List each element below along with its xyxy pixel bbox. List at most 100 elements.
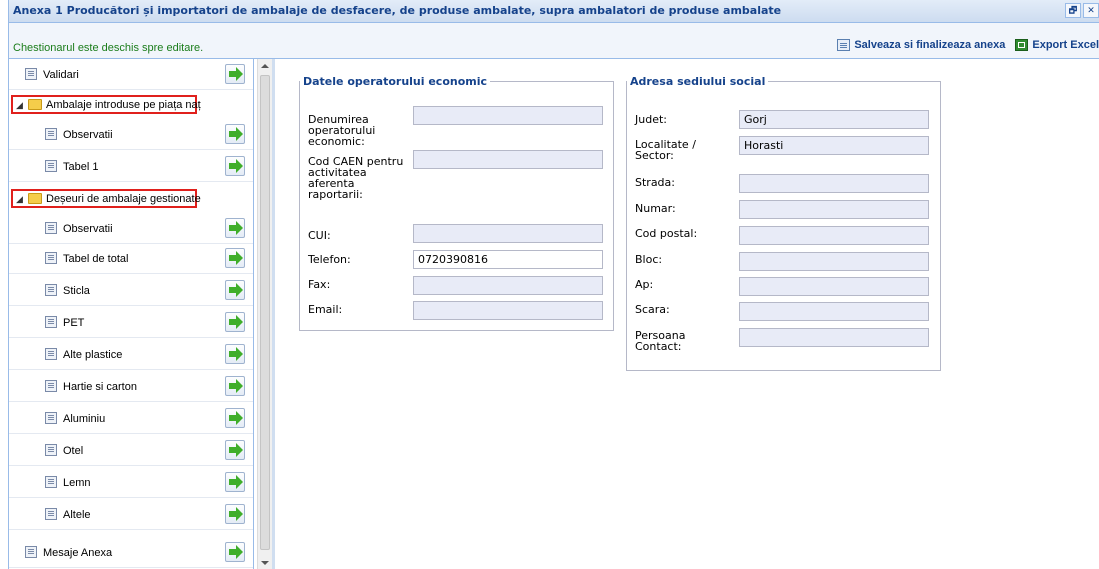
open-arrow-icon[interactable] — [225, 472, 245, 492]
tree-folder-ambalaje-introduse-pe-piat-a-nat[interactable]: ◢ Ambalaje introduse pe piața naț — [11, 95, 201, 114]
tree-item-label: Observatii — [63, 129, 113, 141]
tree-item-sticla[interactable]: Sticla — [9, 276, 253, 306]
toolbar-actions: Salveaza si finalizeaza anexa Export Exc… — [837, 39, 1099, 51]
operator-field-input[interactable] — [413, 150, 603, 169]
expand-triangle-icon[interactable]: ◢ — [16, 100, 23, 111]
tree-folder-des-euri-de-ambalaje-gestionate[interactable]: ◢ Deșeuri de ambalaje gestionate — [11, 189, 201, 208]
open-arrow-icon[interactable] — [225, 64, 245, 84]
tree-item-label: Mesaje Anexa — [43, 547, 113, 559]
tree-item-observatii[interactable]: Observatii — [9, 120, 253, 150]
document-icon — [45, 380, 57, 392]
save-icon — [837, 39, 851, 51]
address-field-input[interactable] — [739, 252, 929, 271]
tree-item-alte-plastice[interactable]: Alte plastice — [9, 340, 253, 370]
window-title: Anexa 1 Producători și importatori de am… — [13, 4, 782, 17]
tree-item-label: Lemn — [63, 477, 91, 489]
excel-icon — [1015, 39, 1029, 51]
address-field-input[interactable]: Gorj — [739, 110, 929, 129]
address-field-label: Scara: — [635, 303, 670, 316]
open-arrow-icon[interactable] — [225, 408, 245, 428]
tree-item-mesaje-anexa[interactable]: Mesaje Anexa — [9, 538, 253, 568]
address-field-label: Cod postal: — [635, 227, 698, 240]
window-buttons: 🗗 ✕ — [1065, 3, 1099, 18]
document-icon — [45, 160, 57, 172]
tree-item-label: Otel — [63, 445, 84, 457]
open-arrow-icon[interactable] — [225, 156, 245, 176]
tree-item-label: PET — [63, 317, 85, 329]
open-arrow-icon[interactable] — [225, 344, 245, 364]
address-field-input[interactable] — [739, 277, 929, 296]
operator-field-label: Fax: — [308, 278, 331, 291]
scroll-thumb[interactable] — [260, 75, 270, 550]
document-icon — [45, 508, 57, 520]
tree-item-observatii[interactable]: Observatii — [9, 214, 253, 244]
open-arrow-icon[interactable] — [225, 218, 245, 238]
operator-field-input[interactable] — [413, 224, 603, 243]
operator-field-label: Email: — [308, 303, 343, 316]
address-field-input[interactable] — [739, 226, 929, 245]
operator-field-label: Denumirea operatorului economic: — [308, 113, 376, 148]
operator-field-input[interactable]: 0720390816 — [413, 250, 603, 269]
tree-item-tabel-de-total[interactable]: Tabel de total — [9, 244, 253, 274]
toolbar: Chestionarul este deschis spre editare. … — [9, 23, 1099, 59]
tree-item-pet[interactable]: PET — [9, 308, 253, 338]
open-arrow-icon[interactable] — [225, 312, 245, 332]
open-arrow-icon[interactable] — [225, 376, 245, 396]
address-field-label: Bloc: — [635, 253, 663, 266]
document-icon — [45, 284, 57, 296]
annex-window: Anexa 1 Producători și importatori de am… — [8, 0, 1099, 569]
open-arrow-icon[interactable] — [225, 248, 245, 268]
close-icon[interactable]: ✕ — [1083, 3, 1099, 18]
operator-field-input[interactable] — [413, 106, 603, 125]
open-arrow-icon[interactable] — [225, 124, 245, 144]
address-field-input[interactable] — [739, 328, 929, 347]
scroll-up-icon[interactable] — [261, 64, 269, 68]
operator-fieldset: Datele operatorului economic Denumirea o… — [299, 75, 614, 331]
tree-item-altele[interactable]: Altele — [9, 500, 253, 530]
document-icon — [45, 348, 57, 360]
tree-item-label: Aluminiu — [63, 413, 106, 425]
restore-icon[interactable]: 🗗 — [1065, 3, 1081, 18]
operator-field-input[interactable] — [413, 301, 603, 320]
address-field-label: Localitate / Sector: — [635, 138, 696, 162]
tree-item-label: Hartie si carton — [63, 381, 137, 393]
tree-item-aluminiu[interactable]: Aluminiu — [9, 404, 253, 434]
address-field-label: Numar: — [635, 202, 676, 215]
address-field-input[interactable] — [739, 174, 929, 193]
tree-item-hartie-si-carton[interactable]: Hartie si carton — [9, 372, 253, 402]
scroll-down-icon[interactable] — [261, 561, 269, 565]
address-field-input[interactable] — [739, 302, 929, 321]
operator-field-label: Cod CAEN pentru activitatea aferenta rap… — [308, 155, 404, 201]
document-icon — [45, 222, 57, 234]
open-arrow-icon[interactable] — [225, 440, 245, 460]
document-icon — [45, 252, 57, 264]
document-icon — [45, 444, 57, 456]
open-arrow-icon[interactable] — [225, 542, 245, 562]
tree-folder-label: Ambalaje introduse pe piața naț — [46, 99, 201, 111]
export-excel-button[interactable]: Export Excel — [1015, 39, 1099, 51]
open-arrow-icon[interactable] — [225, 504, 245, 524]
operator-legend: Datele operatorului economic — [303, 75, 488, 88]
document-icon — [25, 546, 37, 558]
expand-triangle-icon[interactable]: ◢ — [16, 194, 23, 205]
address-field-input[interactable]: Horasti — [739, 136, 929, 155]
folder-icon — [28, 193, 42, 204]
save-finalize-label: Salveaza si finalizeaza anexa — [854, 39, 1006, 51]
tree-item-tabel-1[interactable]: Tabel 1 — [9, 152, 253, 182]
operator-field-input[interactable] — [413, 276, 603, 295]
tree-item-otel[interactable]: Otel — [9, 436, 253, 466]
folder-icon — [28, 99, 42, 110]
address-legend: Adresa sediului social — [630, 75, 766, 88]
tree-item-label: Observatii — [63, 223, 113, 235]
tree-item-label: Tabel 1 — [63, 161, 99, 173]
tree-item-validari[interactable]: Validari — [9, 60, 253, 90]
open-arrow-icon[interactable] — [225, 280, 245, 300]
tree-scrollbar[interactable] — [257, 59, 272, 569]
form-area: Datele operatorului economic Denumirea o… — [275, 59, 1099, 569]
tree-item-lemn[interactable]: Lemn — [9, 468, 253, 498]
document-icon — [45, 128, 57, 140]
address-field-input[interactable] — [739, 200, 929, 219]
document-icon — [25, 68, 37, 80]
save-finalize-button[interactable]: Salveaza si finalizeaza anexa — [837, 39, 1005, 51]
window-titlebar: Anexa 1 Producători și importatori de am… — [9, 0, 1099, 23]
